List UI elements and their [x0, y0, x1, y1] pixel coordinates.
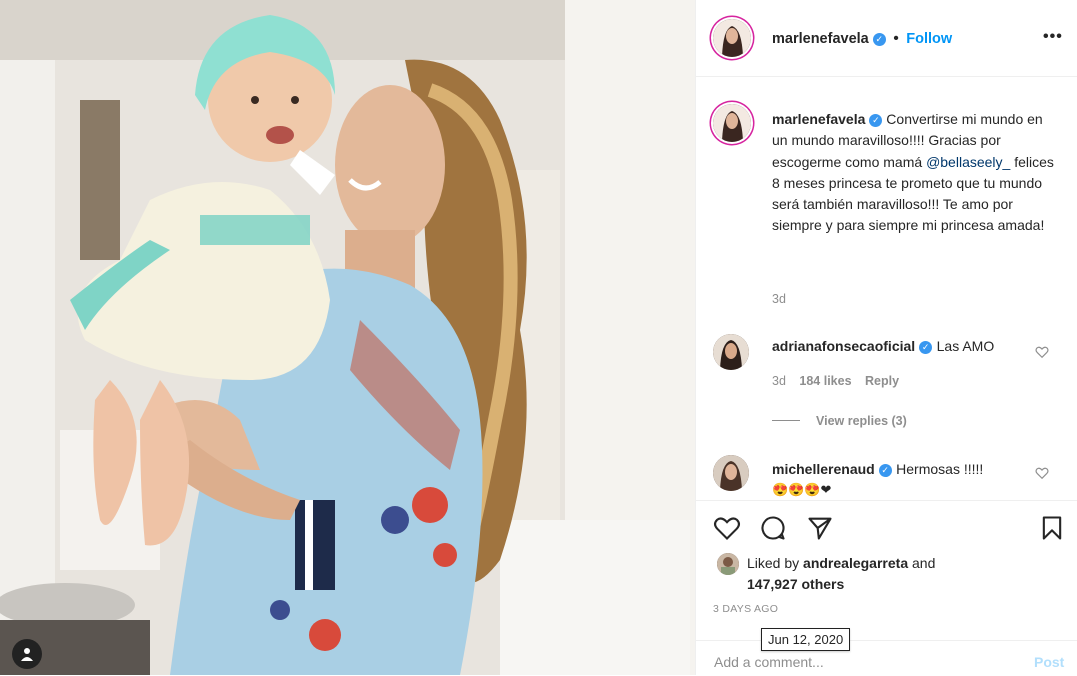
verified-badge-icon: ✓	[869, 114, 883, 127]
liker-avatar[interactable]	[717, 553, 739, 575]
share-icon[interactable]	[806, 514, 834, 542]
caption-avatar[interactable]	[713, 104, 751, 142]
post-comment-button[interactable]: Post	[1034, 654, 1064, 670]
caption-username[interactable]: marlenefavela	[772, 111, 865, 127]
verified-badge-icon: ✓	[919, 341, 933, 354]
header-username[interactable]: marlenefavela	[772, 31, 869, 47]
comment-age[interactable]: 3d	[772, 374, 786, 388]
author-avatar[interactable]	[713, 19, 751, 57]
comment-row: michellerenaud ✓ Hermosas !!!!! 😍😍😍❤	[772, 459, 1042, 500]
comment-meta: 3d 184 likes Reply	[772, 374, 899, 388]
comment-emojis: 😍😍😍❤	[772, 482, 832, 497]
add-comment-input[interactable]: Add a comment...	[714, 654, 824, 670]
post-timestamp[interactable]: 3 DAYS AGO	[713, 603, 778, 615]
caption-mention-link[interactable]: @bellaseely_	[926, 154, 1010, 170]
commenter-avatar[interactable]	[713, 455, 749, 491]
verified-badge-icon: ✓	[872, 33, 886, 46]
liked-by-user[interactable]: andrealegarreta	[803, 555, 908, 571]
separator-dot: •	[893, 30, 899, 47]
comment-likes[interactable]: 184 likes	[799, 374, 851, 388]
comment-icon[interactable]	[759, 514, 787, 542]
tagged-user-icon[interactable]	[12, 639, 42, 669]
post-image	[0, 0, 695, 675]
date-tooltip: Jun 12, 2020	[761, 628, 851, 651]
comment-username[interactable]: michellerenaud	[772, 461, 875, 477]
replies-divider	[772, 420, 800, 422]
comment-text: Las AMO	[936, 338, 995, 354]
view-replies-label: View replies (3)	[816, 414, 907, 428]
heart-icon[interactable]	[713, 514, 741, 542]
ellipsis-icon[interactable]: •••	[1043, 28, 1063, 46]
commenter-avatar[interactable]	[713, 334, 749, 370]
view-replies-button[interactable]: View replies (3)	[772, 412, 907, 430]
liked-by-prefix: Liked by	[747, 555, 800, 571]
liked-by: Liked by andrealegarreta and 147,927 oth…	[747, 553, 987, 595]
comment-like-heart-icon[interactable]	[1035, 345, 1049, 359]
likes-count[interactable]: 147,927 others	[747, 576, 844, 592]
comment-row: adrianafonsecaoficial ✓ Las AMO	[772, 338, 994, 356]
post-caption: marlenefavela ✓ Convertirse mi mundo en u…	[772, 109, 1062, 237]
liked-by-and: and	[912, 555, 936, 571]
post-photo[interactable]	[0, 0, 695, 675]
comment-like-heart-icon[interactable]	[1035, 466, 1049, 480]
post-header: marlenefavela ✓ • Follow •••	[696, 0, 1077, 77]
verified-badge-icon: ✓	[878, 464, 892, 477]
comment-username[interactable]: adrianafonsecaoficial	[772, 338, 915, 354]
reply-button[interactable]: Reply	[865, 374, 899, 388]
caption-age[interactable]: 3d	[772, 292, 786, 306]
follow-button[interactable]: Follow	[906, 31, 952, 47]
bookmark-icon[interactable]	[1038, 514, 1066, 542]
post-sidebar: marlenefavela ✓ • Follow ••• marlenefavel…	[695, 0, 1077, 675]
comment-text: Hermosas !!!!!	[896, 461, 984, 477]
